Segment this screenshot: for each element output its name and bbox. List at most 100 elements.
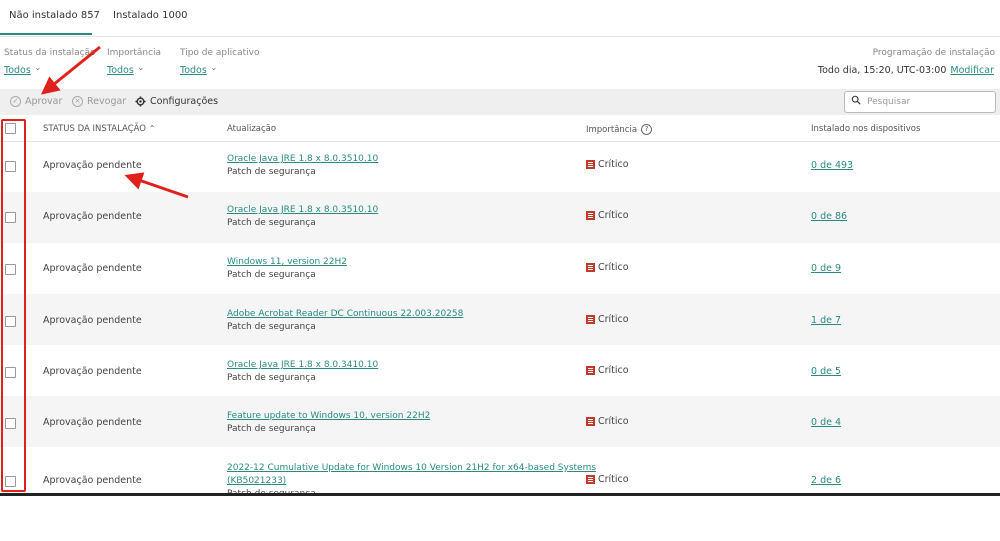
row-checkbox[interactable] [5, 161, 16, 172]
filter-importance[interactable]: Todos [107, 65, 134, 76]
schedule-label: Programação de instalação [872, 48, 995, 58]
importance-cell: Crítico [586, 159, 629, 170]
update-link[interactable]: Oracle Java JRE 1.8 x 8.0.3510.10 [227, 205, 378, 215]
header-installed-devices[interactable]: Instalado nos dispositivos [811, 124, 920, 134]
update-link[interactable]: Oracle Java JRE 1.8 x 8.0.3510.10 [227, 154, 378, 164]
filter-label-install-status: Status da instalação [4, 48, 96, 58]
search-box[interactable] [844, 91, 996, 113]
row-checkbox[interactable] [5, 418, 16, 429]
table-row[interactable]: Aprovação pendente 2022-12 Cumulative Up… [0, 447, 1000, 495]
update-link[interactable]: Adobe Acrobat Reader DC Continuous 22.00… [227, 309, 463, 319]
install-status: Aprovação pendente [43, 475, 142, 486]
importance-cell: Crítico [586, 314, 629, 325]
importance-label: Crítico [598, 365, 629, 376]
modify-schedule-link[interactable]: Modificar [950, 65, 994, 76]
tab-not-installed[interactable]: Não instalado 857 [9, 10, 100, 21]
critical-icon [586, 366, 595, 375]
row-checkbox[interactable] [5, 264, 16, 275]
update-link[interactable]: Feature update to Windows 10, version 22… [227, 411, 430, 421]
check-circle-icon: ✓ [10, 96, 21, 107]
filter-app-type[interactable]: Todos [180, 65, 207, 76]
search-input[interactable] [865, 94, 991, 110]
row-checkbox[interactable] [5, 212, 16, 223]
search-icon [851, 95, 861, 105]
schedule-text: Todo dia, 15:20, UTC-03:00 [817, 65, 947, 76]
update-type: Patch de segurança [227, 167, 316, 177]
x-circle-icon: × [72, 96, 83, 107]
critical-icon [586, 160, 595, 169]
table-row[interactable]: Aprovação pendente Adobe Acrobat Reader … [0, 294, 1000, 345]
install-status: Aprovação pendente [43, 211, 142, 222]
installed-devices-link[interactable]: 0 de 4 [811, 417, 841, 428]
sort-asc-icon: ⌃ [148, 124, 156, 133]
importance-label: Crítico [598, 262, 629, 273]
active-tab-indicator [0, 33, 92, 35]
tab-bar: Não instalado 857 Instalado 1000 [0, 0, 1000, 37]
update-type: Patch de segurança [227, 322, 316, 332]
importance-label: Crítico [598, 416, 629, 427]
table-row[interactable]: Aprovação pendente Oracle Java JRE 1.8 x… [0, 345, 1000, 396]
row-checkbox[interactable] [5, 476, 16, 487]
critical-icon [586, 475, 595, 484]
approve-button[interactable]: ✓ Aprovar [10, 96, 62, 107]
question-circle-icon[interactable]: ? [641, 124, 653, 135]
critical-icon [586, 315, 595, 324]
row-checkbox[interactable] [5, 316, 16, 327]
filter-install-status[interactable]: Todos [4, 65, 31, 76]
toolbar: ✓ Aprovar × Revogar Configurações [0, 89, 1000, 115]
revoke-button[interactable]: × Revogar [72, 96, 126, 107]
update-link[interactable]: Windows 11, version 22H2 [227, 257, 347, 267]
install-status: Aprovação pendente [43, 160, 142, 171]
table-row[interactable]: Aprovação pendente Oracle Java JRE 1.8 x… [0, 192, 1000, 243]
header-update[interactable]: Atualização [227, 124, 276, 134]
installed-devices-link[interactable]: 1 de 7 [811, 315, 841, 326]
critical-icon [586, 417, 595, 426]
importance-cell: Crítico [586, 416, 629, 427]
chevron-down-icon[interactable]: ⌄ [34, 63, 42, 73]
critical-icon [586, 211, 595, 220]
update-link-continued[interactable]: (KB5021233) [227, 476, 286, 486]
update-type: Patch de segurança [227, 218, 316, 228]
install-status: Aprovação pendente [43, 263, 142, 274]
installed-devices-link[interactable]: 0 de 493 [811, 160, 853, 171]
importance-cell: Crítico [586, 210, 629, 221]
filter-label-app-type: Tipo de aplicativo [180, 48, 260, 58]
chevron-down-icon[interactable]: ⌄ [210, 63, 218, 73]
table-row[interactable]: Aprovação pendente Oracle Java JRE 1.8 x… [0, 141, 1000, 192]
critical-icon [586, 263, 595, 272]
chevron-down-icon[interactable]: ⌄ [137, 63, 145, 73]
settings-label: Configurações [150, 96, 219, 107]
table-header: STATUS DA INSTALAÇÃO ⌃ Atualização Impor… [0, 116, 1000, 142]
installed-devices-link[interactable]: 0 de 5 [811, 366, 841, 377]
update-type: Patch de segurança [227, 270, 316, 280]
window-bottom-edge [0, 493, 1000, 496]
row-checkbox[interactable] [5, 367, 16, 378]
table-row[interactable]: Aprovação pendente Windows 11, version 2… [0, 243, 1000, 294]
update-type: Patch de segurança [227, 373, 316, 383]
filter-label-importance: Importância [107, 48, 162, 58]
update-link[interactable]: 2022-12 Cumulative Update for Windows 10… [227, 463, 596, 473]
importance-cell: Crítico [586, 262, 629, 273]
schedule-value: Todo dia, 15:20, UTC-03:00 Modificar [818, 65, 994, 76]
header-importance[interactable]: Importância ? [586, 124, 653, 135]
revoke-label: Revogar [87, 96, 127, 107]
tab-installed[interactable]: Instalado 1000 [113, 10, 188, 21]
patch-management-panel: Não instalado 857 Instalado 1000 Status … [0, 0, 1000, 495]
importance-label: Crítico [598, 314, 629, 325]
gear-icon [135, 96, 146, 107]
header-install-status-label: STATUS DA INSTALAÇÃO [43, 124, 147, 134]
importance-cell: Crítico [586, 474, 629, 485]
approve-label: Aprovar [25, 96, 63, 107]
header-install-status[interactable]: STATUS DA INSTALAÇÃO ⌃ [43, 124, 155, 134]
importance-label: Crítico [598, 474, 629, 485]
table-row[interactable]: Aprovação pendente Feature update to Win… [0, 396, 1000, 447]
update-type: Patch de segurança [227, 424, 316, 434]
settings-button[interactable]: Configurações [135, 96, 218, 107]
importance-label: Crítico [598, 210, 629, 221]
update-link[interactable]: Oracle Java JRE 1.8 x 8.0.3410.10 [227, 360, 378, 370]
installed-devices-link[interactable]: 0 de 9 [811, 263, 841, 274]
installed-devices-link[interactable]: 0 de 86 [811, 211, 847, 222]
select-all-checkbox[interactable] [5, 123, 16, 134]
installed-devices-link[interactable]: 2 de 6 [811, 475, 841, 486]
importance-label: Crítico [598, 159, 629, 170]
